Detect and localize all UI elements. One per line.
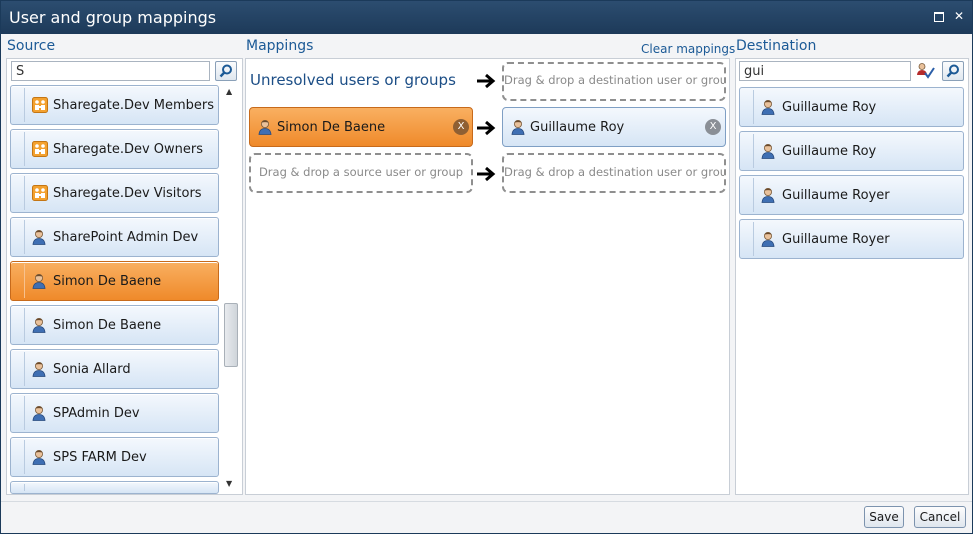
source-list-item[interactable]: Simon De Baene bbox=[10, 305, 219, 345]
source-list-item[interactable]: Simon De Baene bbox=[10, 261, 219, 301]
user-icon bbox=[761, 232, 775, 247]
group-icon bbox=[32, 185, 48, 201]
source-drop-zone[interactable]: Drag & drop a source user or group bbox=[249, 153, 473, 193]
destination-list-item[interactable]: Guillaume Royer bbox=[739, 175, 964, 215]
clear-mappings-link[interactable]: Clear mappings bbox=[641, 42, 735, 56]
source-item-label: Sharegate.Dev Owners bbox=[53, 142, 204, 157]
source-search-button[interactable] bbox=[215, 61, 237, 81]
group-icon bbox=[32, 141, 48, 157]
source-item-label: Sharegate.Dev Members bbox=[53, 98, 215, 113]
mappings-label: Mappings bbox=[246, 38, 314, 54]
destination-item-label: Guillaume Roy bbox=[782, 100, 877, 115]
remove-source-icon[interactable]: X bbox=[453, 119, 469, 135]
user-icon bbox=[761, 144, 775, 159]
source-item-label: SharePoint Admin Dev bbox=[53, 230, 199, 245]
scroll-up-icon[interactable]: ▲ bbox=[226, 87, 232, 96]
destination-item-label: Guillaume Roy bbox=[782, 144, 877, 159]
destination-list-item[interactable]: Guillaume Royer bbox=[739, 219, 964, 259]
source-list-item[interactable]: SPAdmin Dev bbox=[10, 393, 219, 433]
source-list-item[interactable]: Sharegate.Dev Visitors bbox=[10, 173, 219, 213]
unresolved-label: Unresolved users or groups bbox=[250, 71, 456, 89]
destination-item-label: Guillaume Royer bbox=[782, 188, 890, 203]
destination-drop-zone[interactable]: Drag & drop a destination user or group bbox=[502, 62, 726, 101]
user-icon bbox=[32, 318, 46, 333]
source-list-item[interactable]: Sonia Allard bbox=[10, 349, 219, 389]
source-item-label: Sonia Allard bbox=[53, 362, 131, 377]
destination-label: Destination bbox=[736, 38, 817, 54]
scroll-down-icon[interactable]: ▼ bbox=[226, 479, 232, 488]
search-icon bbox=[946, 64, 959, 78]
user-icon bbox=[32, 406, 46, 421]
user-icon bbox=[511, 120, 525, 135]
title-bar: User and group mappings ✕ bbox=[1, 1, 972, 34]
source-item-label: Sharegate.Dev Visitors bbox=[53, 186, 202, 201]
user-icon bbox=[32, 450, 46, 465]
source-list-item[interactable]: Sharegate.Dev Members bbox=[10, 85, 219, 125]
source-list-item[interactable] bbox=[10, 481, 219, 494]
arrow-right-icon bbox=[477, 166, 496, 182]
user-icon bbox=[32, 274, 46, 289]
destination-list-item[interactable]: Guillaume Roy bbox=[739, 131, 964, 171]
cancel-button[interactable]: Cancel bbox=[914, 506, 966, 528]
group-icon bbox=[32, 97, 48, 113]
user-icon bbox=[32, 230, 46, 245]
arrow-right-icon bbox=[477, 73, 496, 89]
mapping-destination-item[interactable]: Guillaume Roy X bbox=[502, 107, 726, 147]
dialog-title: User and group mappings bbox=[9, 8, 217, 27]
close-icon[interactable]: ✕ bbox=[952, 9, 966, 23]
destination-search-button[interactable] bbox=[942, 61, 964, 81]
remove-destination-icon[interactable]: X bbox=[705, 119, 721, 135]
destination-drop-zone[interactable]: Drag & drop a destination user or group bbox=[502, 153, 726, 193]
source-item-label: Simon De Baene bbox=[53, 274, 162, 289]
source-item-label: Simon De Baene bbox=[53, 318, 162, 333]
destination-list-item[interactable]: Guillaume Roy bbox=[739, 87, 964, 127]
scroll-thumb[interactable] bbox=[224, 303, 238, 367]
mapping-source-item[interactable]: Simon De Baene X bbox=[249, 107, 473, 147]
destination-item-label: Guillaume Royer bbox=[782, 232, 890, 247]
user-icon bbox=[258, 120, 272, 135]
source-list-item[interactable]: SPS FARM Dev bbox=[10, 437, 219, 477]
check-names-icon[interactable] bbox=[916, 62, 936, 80]
destination-search-input[interactable] bbox=[739, 61, 911, 81]
mapping-destination-label: Guillaume Roy bbox=[530, 120, 625, 135]
save-button[interactable]: Save bbox=[864, 506, 904, 528]
user-icon bbox=[32, 362, 46, 377]
arrow-right-icon bbox=[477, 120, 496, 136]
source-list-item[interactable]: SharePoint Admin Dev bbox=[10, 217, 219, 257]
search-icon bbox=[219, 64, 232, 78]
maximize-icon[interactable] bbox=[931, 9, 945, 23]
source-item-label: SPAdmin Dev bbox=[53, 406, 140, 421]
source-item-label: SPS FARM Dev bbox=[53, 450, 147, 465]
source-scrollbar[interactable]: ▲ ▼ bbox=[222, 85, 240, 495]
footer bbox=[1, 501, 972, 533]
source-list-item[interactable]: Sharegate.Dev Owners bbox=[10, 129, 219, 169]
source-label: Source bbox=[7, 38, 56, 54]
user-icon bbox=[761, 188, 775, 203]
source-search-input[interactable] bbox=[11, 61, 210, 81]
mapping-source-label: Simon De Baene bbox=[277, 120, 386, 135]
user-icon bbox=[761, 100, 775, 115]
mappings-dialog: User and group mappings ✕ Source Sharega… bbox=[0, 0, 973, 534]
